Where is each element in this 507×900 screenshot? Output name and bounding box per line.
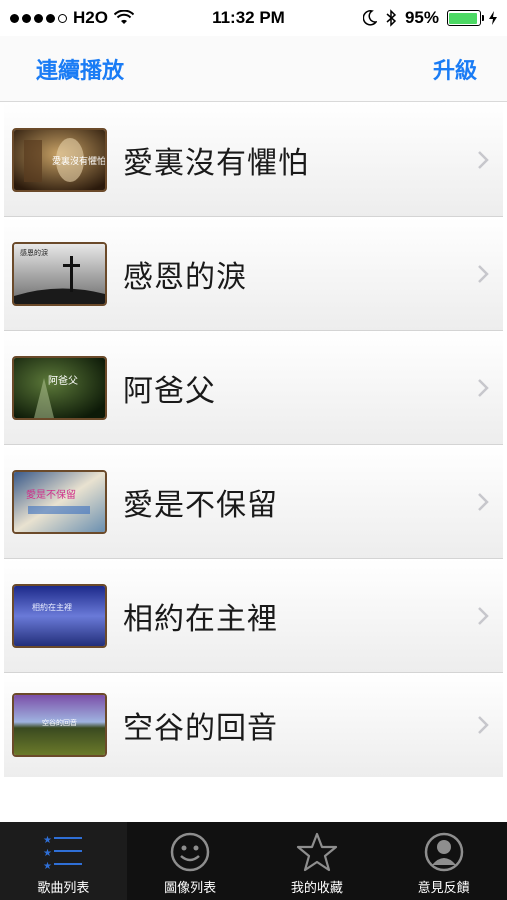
status-right: 95% xyxy=(362,8,497,28)
wifi-icon xyxy=(113,10,134,24)
song-thumbnail: 空谷的回音 xyxy=(12,693,107,757)
list-icon: ★ ★ ★ xyxy=(37,829,90,875)
song-title: 空谷的回音 xyxy=(123,711,278,746)
song-thumbnail: 阿爸父 xyxy=(12,355,107,420)
svg-text:愛裏沒有懼怕: 愛裏沒有懼怕 xyxy=(52,155,105,167)
continuous-play-button[interactable]: 連續播放 xyxy=(36,53,124,85)
tab-favorites[interactable]: 我的收藏 xyxy=(254,822,381,900)
song-row[interactable]: 相約在主裡 相約在主裡 xyxy=(4,559,503,673)
svg-text:空谷的回音: 空谷的回音 xyxy=(42,718,77,727)
tab-label: 歌曲列表 xyxy=(37,881,90,896)
tab-label: 意見反饋 xyxy=(417,881,470,896)
svg-text:★: ★ xyxy=(43,848,52,859)
song-list: 愛裏沒有懼怕 愛裏沒有懼怕 感恩的淚 感恩的淚 阿爸父 阿爸父 愛是不保留 愛是… xyxy=(4,103,503,777)
song-thumbnail: 相約在主裡 xyxy=(12,583,107,648)
moon-icon xyxy=(362,10,377,26)
song-row[interactable]: 阿爸父 阿爸父 xyxy=(4,331,503,445)
song-thumbnail: 感恩的淚 xyxy=(12,241,107,306)
song-row[interactable]: 愛裏沒有懼怕 愛裏沒有懼怕 xyxy=(4,103,503,217)
status-bar: H2O 11:32 PM 95% xyxy=(0,0,507,36)
song-title: 愛是不保留 xyxy=(123,487,278,523)
song-title: 愛裏沒有懼怕 xyxy=(123,145,309,181)
tab-feedback[interactable]: 意見反饋 xyxy=(380,822,507,900)
song-row[interactable]: 空谷的回音 空谷的回音 xyxy=(4,673,503,777)
smiley-icon xyxy=(169,829,211,875)
tab-label: 我的收藏 xyxy=(290,881,343,896)
song-title: 相約在主裡 xyxy=(123,601,278,637)
svg-text:愛是不保留: 愛是不保留 xyxy=(26,488,76,501)
bluetooth-icon xyxy=(386,9,397,27)
song-title: 阿爸父 xyxy=(123,373,216,409)
carrier-label: H2O xyxy=(73,8,108,27)
chevron-right-icon xyxy=(478,492,489,511)
svg-text:★: ★ xyxy=(43,861,52,872)
signal-icon xyxy=(10,13,67,23)
song-thumbnail: 愛裏沒有懼怕 xyxy=(12,127,107,192)
tab-image-list[interactable]: 圖像列表 xyxy=(127,822,254,900)
svg-text:阿爸父: 阿爸父 xyxy=(48,374,78,387)
star-icon xyxy=(295,829,339,875)
song-title: 感恩的淚 xyxy=(123,259,247,295)
tab-label: 圖像列表 xyxy=(164,881,217,896)
svg-text:感恩的淚: 感恩的淚 xyxy=(20,248,48,257)
song-row[interactable]: 愛是不保留 愛是不保留 xyxy=(4,445,503,559)
svg-text:相約在主裡: 相約在主裡 xyxy=(32,602,72,612)
status-left: H2O xyxy=(10,8,134,28)
chevron-right-icon xyxy=(478,264,489,283)
charging-icon xyxy=(488,11,497,25)
status-time: 11:32 PM xyxy=(212,8,285,27)
song-row[interactable]: 感恩的淚 感恩的淚 xyxy=(4,217,503,331)
battery-icon xyxy=(446,10,484,26)
chevron-right-icon xyxy=(478,150,489,169)
upgrade-button[interactable]: 升級 xyxy=(433,53,477,85)
person-icon xyxy=(423,829,465,875)
nav-bar: 連續播放 升級 xyxy=(0,36,507,102)
song-thumbnail: 愛是不保留 xyxy=(12,469,107,534)
tab-song-list[interactable]: ★ ★ ★ 歌曲列表 xyxy=(0,822,127,900)
chevron-right-icon xyxy=(478,606,489,625)
tab-bar: ★ ★ ★ 歌曲列表 圖像列表 我的收藏 意見反饋 xyxy=(0,822,507,900)
chevron-right-icon xyxy=(478,378,489,397)
battery-percent: 95% xyxy=(404,8,439,27)
screen: H2O 11:32 PM 95% 連續播放 升級 愛裏沒有懼怕 愛裏沒有懼怕 感… xyxy=(0,0,507,900)
chevron-right-icon xyxy=(478,716,489,734)
svg-text:★: ★ xyxy=(43,835,52,846)
